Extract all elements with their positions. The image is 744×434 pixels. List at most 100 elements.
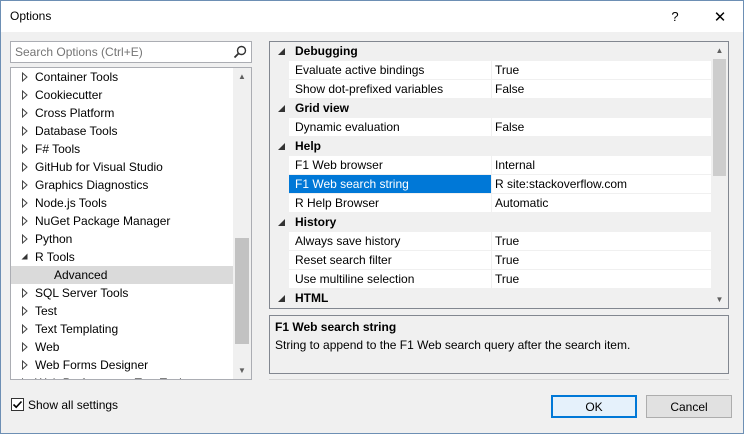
close-button[interactable]: ✕ (698, 1, 742, 32)
show-all-checkbox[interactable] (11, 398, 24, 411)
property-name[interactable]: Reset search filter (289, 251, 492, 270)
tree-item[interactable]: Container Tools (11, 68, 233, 86)
cancel-button[interactable]: Cancel (646, 395, 732, 418)
property-row[interactable]: Evaluate active bindings True (270, 61, 712, 80)
show-all-label[interactable]: Show all settings (28, 398, 118, 412)
ok-button[interactable]: OK (551, 395, 637, 418)
grid-scroll-thumb[interactable] (713, 59, 726, 176)
collapsed-arrow-icon[interactable] (20, 104, 30, 122)
expanded-arrow-icon[interactable] (277, 142, 287, 151)
row-gutter (270, 156, 289, 175)
property-row[interactable]: F1 Web search string R site:stackoverflow… (270, 175, 712, 194)
tree-item-label: Cross Platform (35, 106, 115, 120)
property-value[interactable]: Automatic (492, 194, 712, 213)
property-row[interactable]: Dynamic evaluation False (270, 118, 712, 137)
category-row[interactable]: Grid view (270, 99, 712, 118)
category-label: Debugging (295, 44, 358, 58)
expanded-arrow-icon[interactable] (277, 218, 287, 227)
tree-item[interactable]: R Tools (11, 248, 233, 266)
collapsed-arrow-icon[interactable] (20, 230, 30, 248)
property-value[interactable]: Internal (492, 156, 712, 175)
property-row[interactable]: Use multiline selection True (270, 270, 712, 289)
collapsed-arrow-icon[interactable] (20, 68, 30, 86)
scroll-up-icon[interactable]: ▲ (711, 42, 728, 59)
expanded-arrow-icon[interactable] (20, 248, 30, 266)
property-value[interactable]: False (492, 80, 712, 99)
category-row[interactable]: Debugging (270, 42, 712, 61)
category-row[interactable]: Help (270, 137, 712, 156)
property-name[interactable]: Use multiline selection (289, 270, 492, 289)
collapsed-arrow-icon[interactable] (20, 194, 30, 212)
expanded-arrow-icon[interactable] (277, 294, 287, 303)
collapsed-arrow-icon[interactable] (20, 356, 30, 374)
tree-item[interactable]: Cookiecutter (11, 86, 233, 104)
scroll-down-icon[interactable]: ▼ (233, 362, 251, 379)
property-grid: Debugging Evaluate active bindings True Sho… (269, 41, 729, 309)
collapsed-arrow-icon[interactable] (20, 284, 30, 302)
tree-scrollbar[interactable]: ▲ ▼ (233, 68, 251, 379)
scroll-up-icon[interactable]: ▲ (233, 68, 251, 85)
category-row[interactable]: History (270, 213, 712, 232)
row-gutter (270, 251, 289, 270)
options-tree: Container Tools Cookiecutter Cross Platfor… (10, 67, 252, 380)
property-value[interactable]: True (492, 251, 712, 270)
collapsed-arrow-icon[interactable] (20, 140, 30, 158)
tree-item[interactable]: Python (11, 230, 233, 248)
tree-item[interactable]: Node.js Tools (11, 194, 233, 212)
collapsed-arrow-icon[interactable] (20, 158, 30, 176)
tree-item[interactable]: Text Templating (11, 320, 233, 338)
search-input[interactable] (11, 42, 229, 62)
tree-item-label: Web Forms Designer (35, 358, 149, 372)
tree-item[interactable]: GitHub for Visual Studio (11, 158, 233, 176)
tree-item[interactable]: Web Performance Test Tools (11, 374, 233, 380)
property-name[interactable]: R Help Browser (289, 194, 492, 213)
property-row[interactable]: Reset search filter True (270, 251, 712, 270)
tree-item[interactable]: Graphics Diagnostics (11, 176, 233, 194)
collapsed-arrow-icon[interactable] (20, 122, 30, 140)
collapsed-arrow-icon[interactable] (20, 212, 30, 230)
property-name[interactable]: Show dot-prefixed variables (289, 80, 492, 99)
scroll-down-icon[interactable]: ▼ (711, 291, 728, 308)
property-value[interactable]: True (492, 270, 712, 289)
collapsed-arrow-icon[interactable] (20, 86, 30, 104)
tree-item-label: Node.js Tools (35, 196, 107, 210)
tree-item[interactable]: Web (11, 338, 233, 356)
collapsed-arrow-icon[interactable] (20, 338, 30, 356)
tree-scroll-thumb[interactable] (235, 238, 249, 344)
tree-item[interactable]: NuGet Package Manager (11, 212, 233, 230)
help-icon: ? (671, 9, 679, 24)
tree-item[interactable]: Web Forms Designer (11, 356, 233, 374)
tree-item[interactable]: Database Tools (11, 122, 233, 140)
tree-item[interactable]: SQL Server Tools (11, 284, 233, 302)
property-value[interactable]: False (492, 118, 712, 137)
expanded-arrow-icon[interactable] (277, 47, 287, 56)
property-row[interactable]: Always save history True (270, 232, 712, 251)
collapsed-arrow-icon[interactable] (20, 302, 30, 320)
property-value[interactable]: True (492, 61, 712, 80)
tree-item[interactable]: F# Tools (11, 140, 233, 158)
help-button[interactable]: ? (653, 1, 697, 32)
collapsed-arrow-icon[interactable] (20, 320, 30, 338)
property-value[interactable]: True (492, 232, 712, 251)
search-icon[interactable] (233, 45, 247, 59)
property-name[interactable]: F1 Web search string (289, 175, 492, 194)
tree-item-label: Text Templating (35, 322, 119, 336)
grid-scrollbar[interactable]: ▲ ▼ (711, 42, 728, 308)
tree-item-label: NuGet Package Manager (35, 214, 171, 228)
property-row[interactable]: F1 Web browser Internal (270, 156, 712, 175)
collapsed-arrow-icon[interactable] (20, 374, 30, 380)
tree-item[interactable]: Cross Platform (11, 104, 233, 122)
property-row[interactable]: R Help Browser Automatic (270, 194, 712, 213)
property-row[interactable]: Show dot-prefixed variables False (270, 80, 712, 99)
tree-item[interactable]: Advanced (11, 266, 233, 284)
tree-item[interactable]: Test (11, 302, 233, 320)
collapsed-arrow-icon[interactable] (20, 176, 30, 194)
property-name[interactable]: Evaluate active bindings (289, 61, 492, 80)
category-row[interactable]: HTML (270, 289, 712, 308)
row-gutter (270, 232, 289, 251)
property-name[interactable]: Always save history (289, 232, 492, 251)
property-name[interactable]: Dynamic evaluation (289, 118, 492, 137)
property-value[interactable]: R site:stackoverflow.com (492, 175, 712, 194)
property-name[interactable]: F1 Web browser (289, 156, 492, 175)
expanded-arrow-icon[interactable] (277, 104, 287, 113)
